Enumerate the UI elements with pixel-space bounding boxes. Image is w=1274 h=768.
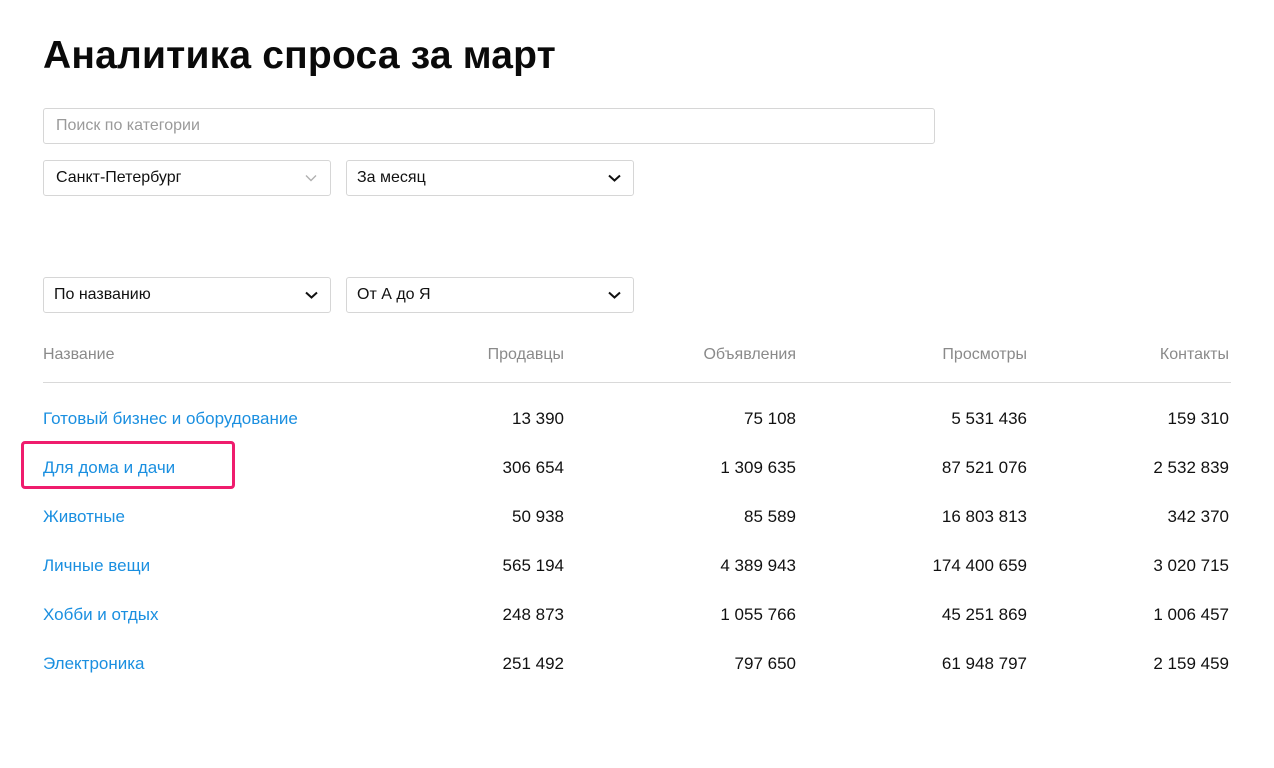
contacts-cell: 342 370 bbox=[1167, 507, 1229, 526]
category-link[interactable]: Электроника bbox=[43, 654, 145, 674]
column-header-ads[interactable]: Объявления bbox=[703, 346, 796, 364]
contacts-cell: 159 310 bbox=[1167, 409, 1229, 428]
sort-by-select[interactable]: По названию bbox=[43, 277, 331, 313]
views-cell: 174 400 659 bbox=[932, 556, 1027, 575]
city-select-value: Санкт-Петербург bbox=[56, 169, 182, 186]
period-select[interactable]: За месяц bbox=[346, 160, 634, 196]
category-link[interactable]: Для дома и дачи bbox=[43, 458, 175, 478]
sellers-cell: 248 873 bbox=[502, 605, 564, 624]
ads-cell: 1 309 635 bbox=[720, 458, 796, 477]
sellers-cell: 251 492 bbox=[502, 654, 564, 673]
sort-by-select-value: По названию bbox=[54, 286, 151, 303]
column-header-name[interactable]: Название bbox=[43, 346, 115, 364]
sort-order-select[interactable]: От А до Я bbox=[346, 277, 634, 313]
table-row: Животные 50 938 85 589 16 803 813 342 37… bbox=[43, 495, 1231, 544]
ads-cell: 4 389 943 bbox=[720, 556, 796, 575]
views-cell: 87 521 076 bbox=[941, 458, 1027, 477]
ads-cell: 75 108 bbox=[744, 409, 796, 428]
category-link[interactable]: Готовый бизнес и оборудование bbox=[43, 409, 298, 429]
sellers-cell: 565 194 bbox=[502, 556, 564, 575]
table-row: Хобби и отдых 248 873 1 055 766 45 251 8… bbox=[43, 593, 1231, 642]
chevron-down-icon bbox=[607, 290, 621, 300]
category-link[interactable]: Хобби и отдых bbox=[43, 605, 158, 625]
views-cell: 61 948 797 bbox=[941, 654, 1027, 673]
ads-cell: 85 589 bbox=[744, 507, 796, 526]
sort-order-select-value: От А до Я bbox=[357, 286, 431, 303]
chevron-down-icon bbox=[304, 290, 318, 300]
column-header-views[interactable]: Просмотры bbox=[942, 346, 1027, 364]
ads-cell: 797 650 bbox=[734, 654, 796, 673]
page-title: Аналитика спроса за март bbox=[43, 34, 556, 77]
period-select-value: За месяц bbox=[357, 169, 426, 186]
ads-cell: 1 055 766 bbox=[720, 605, 796, 624]
table-row: Для дома и дачи 306 654 1 309 635 87 521… bbox=[21, 441, 1231, 495]
table-row: Личные вещи 565 194 4 389 943 174 400 65… bbox=[43, 544, 1231, 593]
sellers-cell: 13 390 bbox=[512, 409, 564, 428]
category-link[interactable]: Животные bbox=[43, 507, 125, 527]
table-header: Название Продавцы Объявления Просмотры К… bbox=[43, 336, 1231, 383]
contacts-cell: 1 006 457 bbox=[1153, 605, 1229, 624]
city-select[interactable]: Санкт-Петербург bbox=[43, 160, 331, 196]
chevron-down-icon bbox=[304, 173, 318, 183]
contacts-cell: 3 020 715 bbox=[1153, 556, 1229, 575]
views-cell: 16 803 813 bbox=[941, 507, 1027, 526]
category-search-input[interactable] bbox=[43, 108, 935, 144]
demand-table: Название Продавцы Объявления Просмотры К… bbox=[21, 336, 1231, 691]
table-row: Готовый бизнес и оборудование 13 390 75 … bbox=[43, 397, 1231, 446]
category-link[interactable]: Личные вещи bbox=[43, 556, 150, 576]
contacts-cell: 2 159 459 bbox=[1153, 654, 1229, 673]
contacts-cell: 2 532 839 bbox=[1153, 458, 1229, 477]
views-cell: 5 531 436 bbox=[951, 409, 1027, 428]
column-header-contacts[interactable]: Контакты bbox=[1160, 346, 1229, 364]
table-row: Электроника 251 492 797 650 61 948 797 2… bbox=[43, 642, 1231, 691]
page: Аналитика спроса за март Санкт-Петербург… bbox=[0, 0, 1274, 768]
views-cell: 45 251 869 bbox=[941, 605, 1027, 624]
sellers-cell: 50 938 bbox=[512, 507, 564, 526]
column-header-sellers[interactable]: Продавцы bbox=[488, 346, 564, 364]
table-body: Готовый бизнес и оборудование 13 390 75 … bbox=[21, 397, 1231, 691]
chevron-down-icon bbox=[607, 173, 621, 183]
sellers-cell: 306 654 bbox=[502, 458, 564, 477]
